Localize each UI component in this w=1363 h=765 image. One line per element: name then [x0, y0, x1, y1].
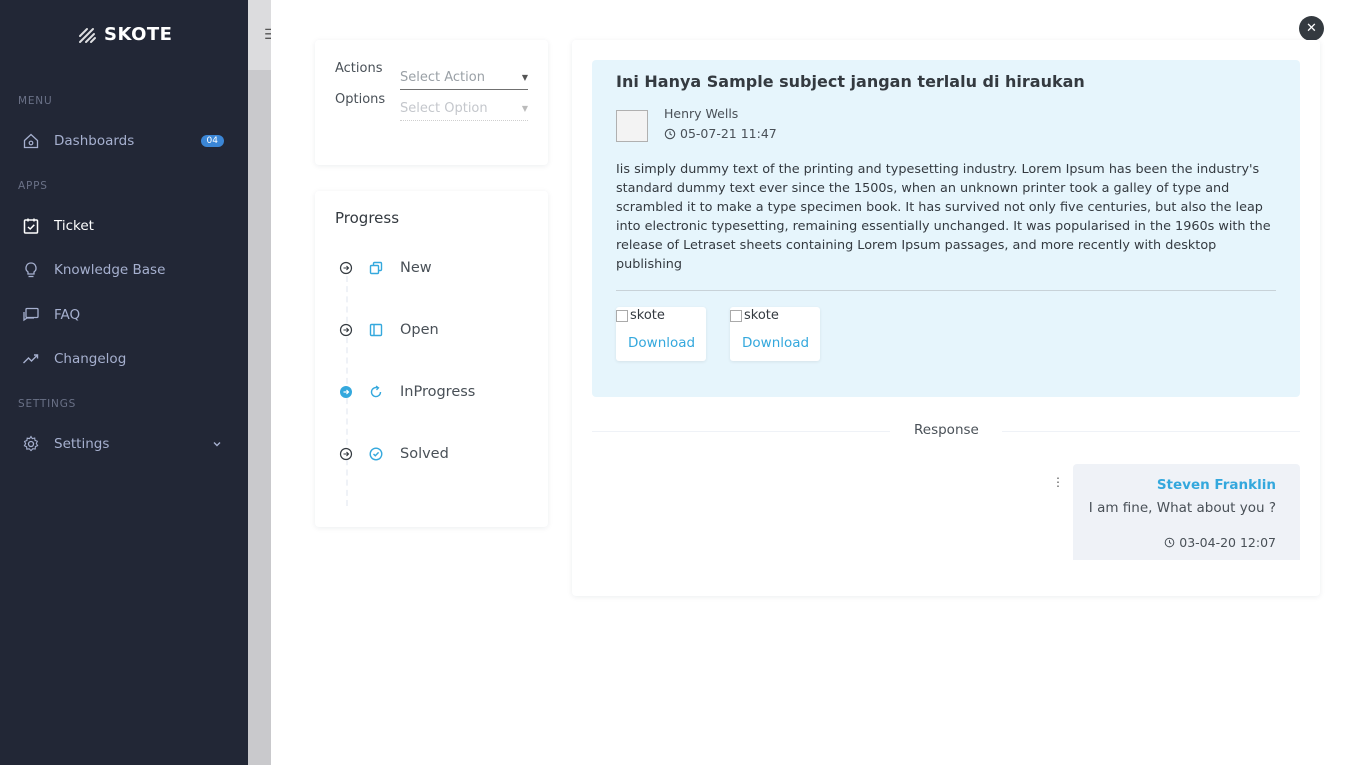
broken-image-icon — [730, 309, 742, 322]
progress-step-open[interactable]: Open — [339, 318, 439, 342]
attachment-alt: skote — [630, 308, 665, 323]
attachment-alt: skote — [744, 308, 779, 323]
caret-down-icon: ▼ — [521, 73, 528, 82]
sidebar-item-settings[interactable]: Settings — [22, 431, 228, 457]
sidebar: SKOTE MENU Dashboards 04 APPS Ticket Kno… — [0, 0, 248, 765]
logo-text: SKOTE — [104, 24, 173, 45]
step-label: New — [400, 260, 432, 276]
refresh-icon — [368, 384, 384, 400]
copy-icon — [368, 260, 384, 276]
avatar — [616, 110, 648, 142]
download-link[interactable]: Download — [628, 335, 695, 351]
reply-time-text: 03-04-20 12:07 — [1179, 535, 1276, 550]
close-button[interactable]: ✕ — [1299, 16, 1324, 41]
settings-section-title: SETTINGS — [18, 398, 77, 410]
action-select-placeholder: Select Action — [400, 70, 485, 85]
sidebar-item-label: Knowledge Base — [54, 262, 166, 278]
sidebar-item-label: Changelog — [54, 351, 127, 367]
actions-card: Actions Select Action ▼ Options Select O… — [315, 40, 548, 165]
check-circle-icon — [368, 446, 384, 462]
progress-step-new[interactable]: New — [339, 256, 432, 280]
sender-name: Henry Wells — [664, 106, 739, 121]
action-select[interactable]: Select Action ▼ — [400, 66, 528, 90]
chevron-down-icon — [212, 439, 222, 449]
more-options-icon[interactable]: ⋮ — [1052, 475, 1064, 489]
circle-arrow-icon — [339, 261, 353, 275]
circle-arrow-active-icon — [339, 385, 353, 399]
sidebar-item-label: Ticket — [54, 218, 94, 234]
option-select[interactable]: Select Option ▼ — [400, 97, 528, 121]
divider — [592, 431, 890, 432]
attachment: skote Download — [730, 307, 820, 361]
attachment: skote Download — [616, 307, 706, 361]
chat-icon — [22, 306, 40, 324]
modal-backdrop[interactable] — [248, 0, 271, 765]
sent-time: 05-07-21 11:47 — [664, 126, 777, 141]
sent-time-text: 05-07-21 11:47 — [680, 126, 777, 141]
trend-icon — [22, 350, 40, 368]
sidebar-item-label: FAQ — [54, 307, 81, 323]
sidebar-item-ticket[interactable]: Ticket — [22, 213, 228, 239]
lightbulb-icon — [22, 261, 40, 279]
apps-section-title: APPS — [18, 180, 48, 192]
reply-bubble: Steven Franklin I am fine, What about yo… — [1073, 464, 1300, 560]
clock-icon — [664, 128, 676, 140]
sidebar-item-label: Settings — [54, 436, 110, 452]
actions-label: Actions — [335, 61, 383, 76]
step-label: Open — [400, 322, 439, 338]
sidebar-item-dashboards[interactable]: Dashboards 04 — [22, 128, 228, 154]
sidebar-item-changelog[interactable]: Changelog — [22, 346, 228, 372]
sidebar-item-label: Dashboards — [54, 133, 135, 149]
home-icon — [22, 132, 40, 150]
count-badge: 04 — [200, 135, 224, 147]
circle-arrow-icon — [339, 323, 353, 337]
reply-author: Steven Franklin — [1156, 477, 1276, 493]
progress-step-inprogress[interactable]: InProgress — [339, 380, 475, 404]
divider — [616, 290, 1276, 291]
ticket-body: Iis simply dummy text of the printing an… — [616, 162, 1271, 272]
options-label: Options — [335, 92, 386, 107]
progress-step-solved[interactable]: Solved — [339, 442, 449, 466]
sidebar-item-knowledge-base[interactable]: Knowledge Base — [22, 257, 228, 283]
caret-down-icon: ▼ — [521, 104, 528, 113]
ticket-card: Ini Hanya Sample subject jangan terlalu … — [572, 40, 1320, 596]
ticket-message: Ini Hanya Sample subject jangan terlalu … — [592, 60, 1300, 397]
progress-card: Progress New Open InProgress Solved — [315, 191, 548, 527]
circle-arrow-icon — [339, 447, 353, 461]
sidebar-item-faq[interactable]: FAQ — [22, 302, 228, 328]
response-label: Response — [914, 422, 979, 438]
menu-section-title: MENU — [18, 95, 53, 107]
reply-time: 03-04-20 12:07 — [1164, 535, 1276, 550]
gear-icon — [22, 435, 40, 453]
panel-icon — [368, 322, 384, 338]
download-link[interactable]: Download — [742, 335, 809, 351]
divider — [1002, 431, 1300, 432]
logo-icon — [78, 26, 98, 44]
option-select-placeholder: Select Option — [400, 101, 488, 116]
logo[interactable]: SKOTE — [78, 24, 172, 45]
ticket-subject: Ini Hanya Sample subject jangan terlalu … — [616, 72, 1085, 91]
reply-text: I am fine, What about you ? — [1088, 500, 1276, 516]
step-label: InProgress — [400, 384, 476, 400]
step-label: Solved — [400, 446, 449, 462]
clock-icon — [1164, 537, 1175, 548]
progress-title: Progress — [335, 209, 400, 227]
broken-image-icon — [616, 309, 628, 322]
attachment-image: skote — [730, 308, 779, 323]
attachment-image: skote — [616, 308, 665, 323]
close-icon: ✕ — [1306, 21, 1317, 36]
calendar-check-icon — [22, 217, 40, 235]
